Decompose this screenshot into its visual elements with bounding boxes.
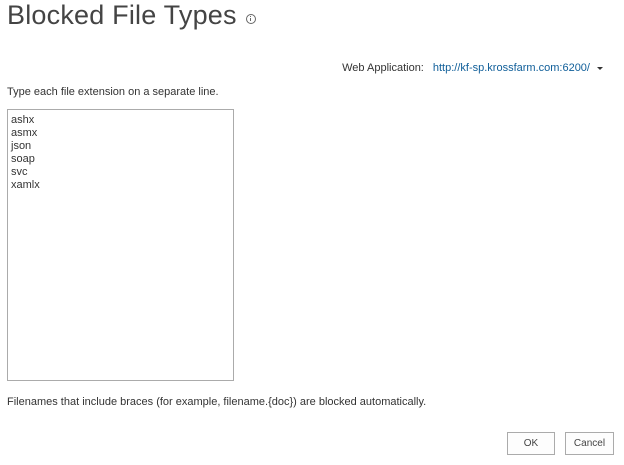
web-application-selector: Web Application: http://kf-sp.krossfarm.… — [342, 62, 603, 74]
instruction-text: Type each file extension on a separate l… — [7, 86, 219, 98]
caret-down-icon[interactable] — [597, 67, 603, 70]
web-application-url-link[interactable]: http://kf-sp.krossfarm.com:6200/ — [433, 62, 590, 74]
page-title: Blocked File Types — [7, 0, 256, 31]
info-icon[interactable] — [245, 13, 256, 24]
ok-button[interactable]: OK — [507, 432, 555, 455]
page-title-text: Blocked File Types — [7, 0, 237, 30]
web-application-label: Web Application: — [342, 62, 424, 74]
cancel-button[interactable]: Cancel — [565, 432, 614, 455]
braces-footnote: Filenames that include braces (for examp… — [7, 396, 427, 408]
blocked-extensions-textarea[interactable]: ashx asmx json soap svc xamlx — [7, 109, 234, 381]
